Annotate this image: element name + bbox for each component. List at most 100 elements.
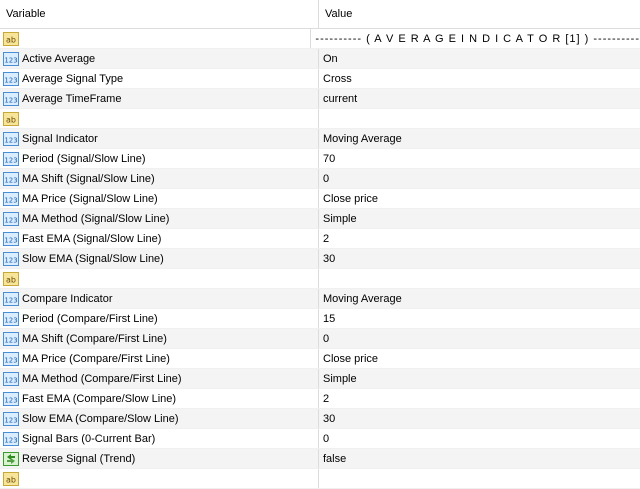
value-cell[interactable]: Cross	[319, 69, 640, 88]
value-cell[interactable]: On	[319, 49, 640, 68]
variable-label: MA Price (Compare/First Line)	[22, 352, 170, 365]
value-cell[interactable]: 70	[319, 149, 640, 168]
value-cell[interactable]: 15	[319, 309, 640, 328]
value-cell[interactable]: 0	[319, 429, 640, 448]
parameter-row[interactable]: 123 MA Price (Compare/First Line) Close pr…	[0, 349, 640, 369]
number-icon: 123	[2, 211, 19, 226]
variable-cell[interactable]: ab	[0, 109, 319, 128]
parameter-row[interactable]: Reverse Signal (Trend) false	[0, 449, 640, 469]
variable-cell[interactable]: 123 Period (Signal/Slow Line)	[0, 149, 319, 168]
variable-cell[interactable]: 123 Fast EMA (Signal/Slow Line)	[0, 229, 319, 248]
parameter-row[interactable]: 123 MA Shift (Signal/Slow Line) 0	[0, 169, 640, 189]
parameter-row[interactable]: 123 Period (Compare/First Line) 15	[0, 309, 640, 329]
value-cell[interactable]: current	[319, 89, 640, 108]
value-cell[interactable]: Close price	[319, 349, 640, 368]
value-text: On	[323, 52, 338, 65]
value-cell[interactable]: Moving Average	[319, 289, 640, 308]
variable-cell[interactable]: 123 Average TimeFrame	[0, 89, 319, 108]
svg-text:123: 123	[4, 76, 17, 84]
variable-cell[interactable]: 123 MA Shift (Signal/Slow Line)	[0, 169, 319, 188]
variable-cell[interactable]: 123 MA Method (Signal/Slow Line)	[0, 209, 319, 228]
value-cell[interactable]	[319, 109, 640, 128]
value-cell[interactable]: 30	[319, 249, 640, 268]
value-text: 2	[323, 232, 330, 245]
value-text: 0	[323, 332, 330, 345]
grid-header: Variable Value	[0, 0, 640, 29]
svg-text:ab: ab	[6, 35, 16, 44]
variable-label: MA Shift (Compare/First Line)	[22, 332, 167, 345]
parameter-row[interactable]: 123 Average TimeFrame current	[0, 89, 640, 109]
variable-cell[interactable]: 123 Period (Compare/First Line)	[0, 309, 319, 328]
variable-cell[interactable]: 123 MA Price (Signal/Slow Line)	[0, 189, 319, 208]
variable-label: MA Method (Compare/First Line)	[22, 372, 182, 385]
svg-text:123: 123	[4, 316, 17, 324]
variable-cell[interactable]: 123 Fast EMA (Compare/Slow Line)	[0, 389, 319, 408]
value-text: Moving Average	[323, 132, 402, 145]
value-cell[interactable]: 0	[319, 169, 640, 188]
variable-label: MA Shift (Signal/Slow Line)	[22, 172, 155, 185]
variable-cell[interactable]: 123 Active Average	[0, 49, 319, 68]
value-cell[interactable]: false	[319, 449, 640, 468]
variable-label: Period (Signal/Slow Line)	[22, 152, 146, 165]
variable-cell[interactable]: Reverse Signal (Trend)	[0, 449, 319, 468]
svg-text:123: 123	[4, 136, 17, 144]
column-header-variable[interactable]: Variable	[0, 0, 319, 28]
parameter-row[interactable]: 123 Fast EMA (Signal/Slow Line) 2	[0, 229, 640, 249]
variable-cell[interactable]: 123 Signal Bars (0-Current Bar)	[0, 429, 319, 448]
variable-label: MA Method (Signal/Slow Line)	[22, 212, 170, 225]
parameter-row[interactable]: 123 Period (Signal/Slow Line) 70	[0, 149, 640, 169]
parameter-row[interactable]: 123 Signal Bars (0-Current Bar) 0	[0, 429, 640, 449]
parameter-row[interactable]: 123 MA Method (Signal/Slow Line) Simple	[0, 209, 640, 229]
parameter-row[interactable]: ab	[0, 269, 640, 289]
value-cell[interactable]: Simple	[319, 369, 640, 388]
number-icon: 123	[2, 71, 19, 86]
variable-label: Fast EMA (Compare/Slow Line)	[22, 392, 177, 405]
variable-cell[interactable]: 123 Slow EMA (Signal/Slow Line)	[0, 249, 319, 268]
value-text: Cross	[323, 72, 352, 85]
parameter-row[interactable]: 123 MA Shift (Compare/First Line) 0	[0, 329, 640, 349]
value-cell[interactable]: 2	[319, 229, 640, 248]
value-cell[interactable]: ---------- ( A V E R A G E I N D I C A T…	[311, 29, 640, 48]
parameter-row[interactable]: ab	[0, 109, 640, 129]
value-cell[interactable]: Moving Average	[319, 129, 640, 148]
parameter-row[interactable]: 123 Slow EMA (Compare/Slow Line) 30	[0, 409, 640, 429]
variable-cell[interactable]: 123 Compare Indicator	[0, 289, 319, 308]
svg-text:123: 123	[4, 376, 17, 384]
column-header-value[interactable]: Value	[319, 0, 640, 28]
parameter-row[interactable]: ab ---------- ( A V E R A G E I N D I C A…	[0, 29, 640, 49]
number-icon: 123	[2, 191, 19, 206]
variable-cell[interactable]: 123 MA Price (Compare/First Line)	[0, 349, 319, 368]
parameter-row[interactable]: 123 Compare Indicator Moving Average	[0, 289, 640, 309]
variable-cell[interactable]: 123 MA Method (Compare/First Line)	[0, 369, 319, 388]
parameter-row[interactable]: 123 Slow EMA (Signal/Slow Line) 30	[0, 249, 640, 269]
parameter-row[interactable]: 123 MA Method (Compare/First Line) Simple	[0, 369, 640, 389]
number-icon: 123	[2, 331, 19, 346]
variable-cell[interactable]: 123 Slow EMA (Compare/Slow Line)	[0, 409, 319, 428]
value-cell[interactable]: 2	[319, 389, 640, 408]
variable-cell[interactable]: ab	[0, 469, 319, 488]
value-cell[interactable]: 0	[319, 329, 640, 348]
variable-cell[interactable]: ab	[0, 29, 312, 48]
value-cell[interactable]: Close price	[319, 189, 640, 208]
value-cell[interactable]: 30	[319, 409, 640, 428]
parameter-row[interactable]: 123 Fast EMA (Compare/Slow Line) 2	[0, 389, 640, 409]
variable-label: Fast EMA (Signal/Slow Line)	[22, 232, 162, 245]
parameter-row[interactable]: 123 Signal Indicator Moving Average	[0, 129, 640, 149]
parameter-row[interactable]: 123 MA Price (Signal/Slow Line) Close pric…	[0, 189, 640, 209]
variable-cell[interactable]: 123 Signal Indicator	[0, 129, 319, 148]
variable-label: Compare Indicator	[22, 292, 113, 305]
value-cell[interactable]: Simple	[319, 209, 640, 228]
variable-label: Slow EMA (Compare/Slow Line)	[22, 412, 179, 425]
variable-cell[interactable]: 123 MA Shift (Compare/First Line)	[0, 329, 319, 348]
parameter-row[interactable]: ab	[0, 469, 640, 489]
value-cell[interactable]	[319, 469, 640, 488]
parameter-row[interactable]: 123 Active Average On	[0, 49, 640, 69]
svg-text:123: 123	[4, 216, 17, 224]
parameter-row[interactable]: 123 Average Signal Type Cross	[0, 69, 640, 89]
value-cell[interactable]	[319, 269, 640, 288]
variable-cell[interactable]: ab	[0, 269, 319, 288]
value-text: ---------- ( A V E R A G E I N D I C A T…	[315, 32, 640, 45]
value-text: Simple	[323, 212, 357, 225]
svg-text:123: 123	[4, 56, 17, 64]
variable-cell[interactable]: 123 Average Signal Type	[0, 69, 319, 88]
